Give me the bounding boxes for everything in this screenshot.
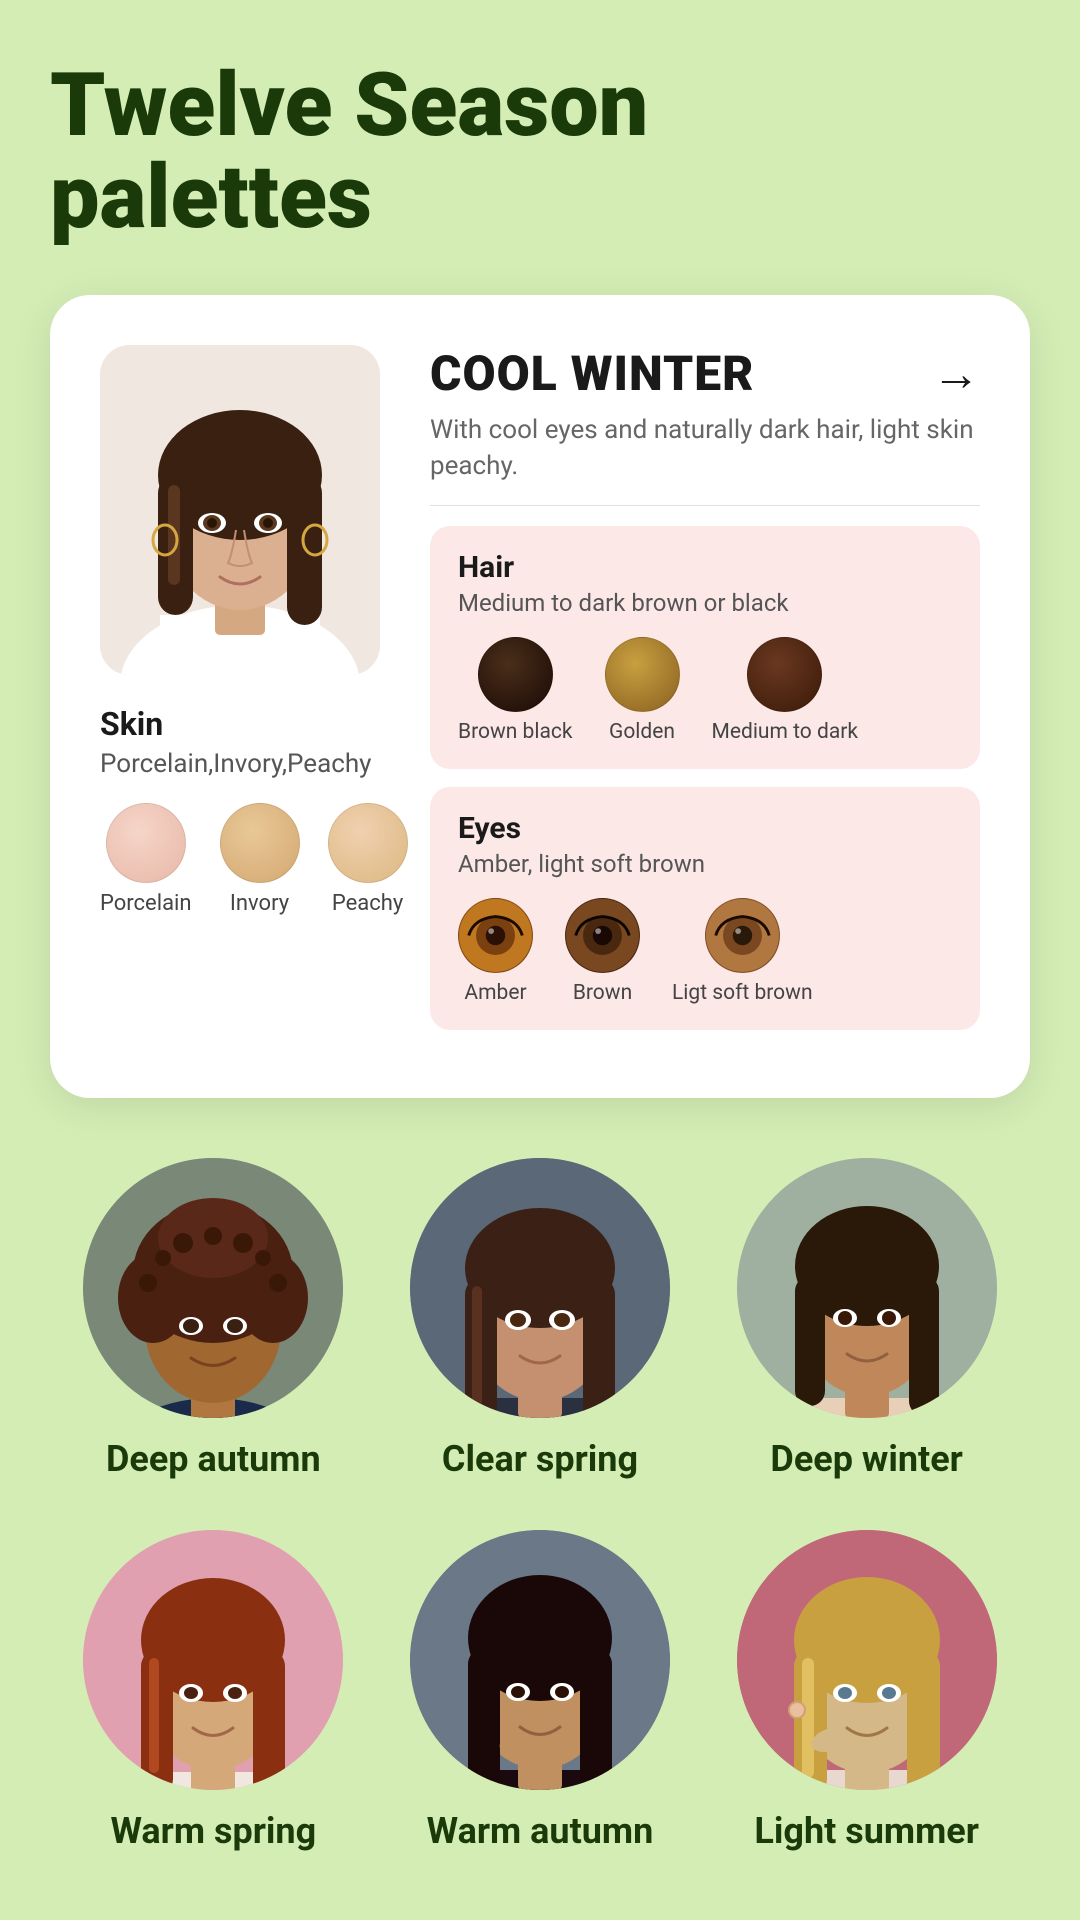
portrait-svg — [100, 345, 380, 675]
skin-swatch-porcelain: Porcelain — [100, 803, 192, 916]
hair-swatch-golden: Golden — [605, 637, 680, 745]
season-title: COOL WINTER — [430, 345, 754, 402]
brown-eye-label: Brown — [573, 981, 632, 1006]
skin-swatch-peachy: Peachy — [328, 803, 408, 916]
lightbrown-eye-label: Ligt soft brown — [672, 981, 813, 1006]
portrait-container — [100, 345, 380, 675]
golden-label: Golden — [609, 720, 675, 745]
hair-trait-card: Hair Medium to dark brown or black Brown… — [430, 526, 980, 769]
person-row-2: Warm spring — [50, 1530, 1030, 1852]
peachy-label: Peachy — [332, 891, 403, 916]
person-clear-spring[interactable]: Clear spring — [390, 1158, 690, 1480]
peachy-circle — [328, 803, 408, 883]
main-card: Skin Porcelain,Invory,Peachy Porcelain I… — [50, 295, 1030, 1098]
person-light-summer[interactable]: Light summer — [717, 1530, 1017, 1852]
person-circle-warm-autumn — [410, 1530, 670, 1790]
person-circle-light-summer — [737, 1530, 997, 1790]
person-circle-clear-spring — [410, 1158, 670, 1418]
person-circle-deep-winter — [737, 1158, 997, 1418]
person-warm-spring[interactable]: Warm spring — [63, 1530, 363, 1852]
eyes-trait-subtitle: Amber, light soft brown — [458, 850, 952, 878]
card-right: COOL WINTER → With cool eyes and natural… — [430, 345, 980, 1048]
mediumdark-label: Medium to dark — [712, 720, 859, 745]
amber-eye-circle — [458, 898, 533, 973]
page-title: Twelve Season palettes — [50, 60, 1030, 245]
deep-autumn-label: Deep autumn — [106, 1438, 321, 1480]
ivory-label: Invory — [230, 891, 289, 916]
skin-section-title: Skin — [100, 705, 163, 743]
hair-trait-title: Hair — [458, 550, 952, 585]
hair-swatch-mediumdark: Medium to dark — [712, 637, 859, 745]
hair-trait-subtitle: Medium to dark brown or black — [458, 589, 952, 617]
person-grid: Deep autumn — [50, 1158, 1030, 1852]
deep-winter-label: Deep winter — [770, 1438, 962, 1480]
person-deep-autumn[interactable]: Deep autumn — [63, 1158, 363, 1480]
page-container: Twelve Season palettes — [0, 0, 1080, 1920]
amber-label: Amber — [464, 981, 526, 1006]
brownblack-circle — [478, 637, 553, 712]
eye-swatch-lightbrown: Ligt soft brown — [672, 898, 813, 1006]
person-circle-warm-spring — [83, 1530, 343, 1790]
skin-swatch-ivory: Invory — [220, 803, 300, 916]
divider — [430, 505, 980, 506]
hair-swatches: Brown black Golden Medium to dark — [458, 637, 952, 745]
brown-eye-circle — [565, 898, 640, 973]
porcelain-label: Porcelain — [100, 891, 192, 916]
eyes-trait-card: Eyes Amber, light soft brown — [430, 787, 980, 1030]
ivory-circle — [220, 803, 300, 883]
clear-spring-label: Clear spring — [442, 1438, 638, 1480]
golden-circle — [605, 637, 680, 712]
warm-autumn-label: Warm autumn — [427, 1810, 654, 1852]
light-summer-label: Light summer — [754, 1810, 979, 1852]
eyes-trait-title: Eyes — [458, 811, 952, 846]
person-warm-autumn[interactable]: Warm autumn — [390, 1530, 690, 1852]
skin-swatches: Porcelain Invory Peachy — [100, 803, 408, 916]
person-circle-deep-autumn — [83, 1158, 343, 1418]
skin-section-subtitle: Porcelain,Invory,Peachy — [100, 749, 371, 779]
eyes-swatches: Amber Brown — [458, 898, 952, 1006]
season-header: COOL WINTER → — [430, 345, 980, 402]
season-description: With cool eyes and naturally dark hair, … — [430, 412, 980, 485]
mediumdark-circle — [747, 637, 822, 712]
warm-spring-label: Warm spring — [110, 1810, 316, 1852]
lightbrown-eye-circle — [705, 898, 780, 973]
person-row-1: Deep autumn — [50, 1158, 1030, 1480]
eye-swatch-brown: Brown — [565, 898, 640, 1006]
hair-swatch-brownblack: Brown black — [458, 637, 573, 745]
person-deep-winter[interactable]: Deep winter — [717, 1158, 1017, 1480]
arrow-icon[interactable]: → — [932, 345, 980, 402]
card-left: Skin Porcelain,Invory,Peachy Porcelain I… — [100, 345, 390, 1048]
brownblack-label: Brown black — [458, 720, 573, 745]
porcelain-circle — [106, 803, 186, 883]
eye-swatch-amber: Amber — [458, 898, 533, 1006]
